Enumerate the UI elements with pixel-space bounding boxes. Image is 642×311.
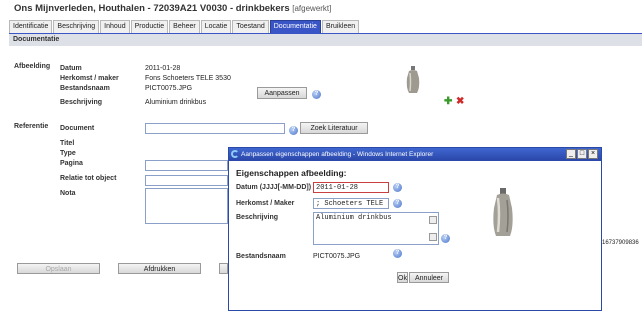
herkomst-label: Herkomst / maker (60, 75, 119, 82)
pagina-label: Pagina (60, 160, 83, 167)
scroll-up-arrow[interactable] (429, 216, 437, 224)
dialog-titlebar[interactable]: Aanpassen eigenschappen afbeelding - Win… (229, 148, 601, 161)
datum-label: Datum (60, 65, 82, 72)
beschrijving-label: Beschrijving (60, 99, 103, 106)
dialog-herkomst-input[interactable]: ; Schoeters TELE 3530 (313, 198, 389, 209)
page-title-text: Ons Mijnverleden, Houthalen - 72039A21 V… (14, 3, 290, 14)
add-icon[interactable]: ✚ (444, 96, 452, 107)
minimize-button[interactable]: _ (566, 149, 576, 159)
page-title: Ons Mijnverleden, Houthalen - 72039A21 V… (14, 3, 331, 14)
titel-label: Titel (60, 140, 75, 147)
maximize-button[interactable]: □ (577, 149, 587, 159)
zoek-literatuur-button[interactable]: Zoek Literatuur (300, 122, 368, 134)
scroll-down-arrow[interactable] (429, 233, 437, 241)
annuleer-button[interactable]: Annuleer (409, 272, 449, 283)
tab-inhoud[interactable]: Inhoud (100, 20, 130, 34)
aanpassen-button[interactable]: Aanpassen (257, 87, 307, 99)
edit-image-dialog: Aanpassen eigenschappen afbeelding - Win… (228, 147, 602, 311)
relatie-label: Relatie tot object (60, 175, 117, 182)
tab-identificatie[interactable]: Identificatie (9, 20, 53, 34)
help-icon[interactable]: ? (312, 90, 321, 99)
dialog-beschrijving-label: Beschrijving (236, 214, 279, 221)
tab-bruikleen[interactable]: Bruikleen (321, 20, 360, 34)
delete-icon[interactable]: ✖ (456, 96, 464, 107)
help-icon[interactable]: ? (393, 183, 402, 192)
close-button[interactable]: × (588, 149, 598, 159)
ok-button[interactable]: Ok (397, 272, 408, 283)
ie-icon (231, 150, 239, 158)
pagina-input[interactable] (145, 160, 228, 171)
dialog-title: Aanpassen eigenschappen afbeelding - Win… (241, 151, 434, 158)
tab-toestand[interactable]: Toestand (232, 20, 269, 34)
tab-beschrijving[interactable]: Beschrijving (53, 20, 100, 34)
tab-documentatie[interactable]: Documentatie (269, 20, 321, 34)
opslaan-button[interactable]: Opslaan (17, 263, 100, 274)
relatie-input[interactable] (145, 175, 228, 186)
help-icon[interactable]: ? (441, 234, 450, 243)
window-controls: _ □ × (565, 149, 598, 159)
datum-value: 2011-01-28 (145, 65, 181, 72)
referentie-heading: Referentie (14, 123, 49, 130)
tab-bar: Identificatie Beschrijving Inhoud Produc… (9, 20, 360, 34)
help-icon[interactable]: ? (393, 249, 402, 258)
tab-productie[interactable]: Productie (130, 20, 169, 34)
dialog-datum-input[interactable]: 2011-01-28 (313, 182, 389, 193)
bottle-image (493, 188, 513, 236)
herkomst-value: Fons Schoeters TELE 3530 (145, 75, 231, 82)
dialog-herkomst-label: Herkomst / Maker (236, 200, 295, 207)
tab-locatie[interactable]: Locatie (200, 20, 232, 34)
type-label: Type (60, 150, 76, 157)
dialog-bestandsnaam-label: Bestandsnaam (236, 253, 286, 260)
dialog-datum-label: Datum (JJJJ[-MM-DD]) (236, 184, 312, 191)
afbeelding-heading: Afbeelding (14, 63, 51, 70)
document-label: Document (60, 125, 95, 132)
nota-label: Nota (60, 190, 76, 197)
bestandsnaam-value: PICT0075.JPG (145, 85, 193, 92)
dialog-bestandsnaam-value: PICT0075.JPG (313, 253, 361, 260)
section-header: Documentatie (9, 34, 642, 46)
partial-button[interactable] (219, 263, 228, 274)
nota-textarea[interactable] (145, 188, 228, 224)
bestandsnaam-label: Bestandsnaam (60, 85, 110, 92)
tab-beheer[interactable]: Beheer (169, 20, 200, 34)
dialog-heading: Eigenschappen afbeelding: (236, 168, 347, 178)
document-input[interactable] (145, 123, 285, 134)
dialog-beschrijving-textarea[interactable]: Aluminium drinkbus (313, 212, 439, 245)
beschrijving-value: Aluminium drinkbus (145, 99, 207, 106)
status-label: [afgewerkt] (292, 4, 332, 13)
help-icon[interactable]: ? (289, 126, 298, 135)
afdrukken-button[interactable]: Afdrukken (118, 263, 201, 274)
bottle-image (406, 66, 420, 93)
help-icon[interactable]: ? (393, 199, 402, 208)
trailing-number: 16737909836 (602, 240, 639, 246)
